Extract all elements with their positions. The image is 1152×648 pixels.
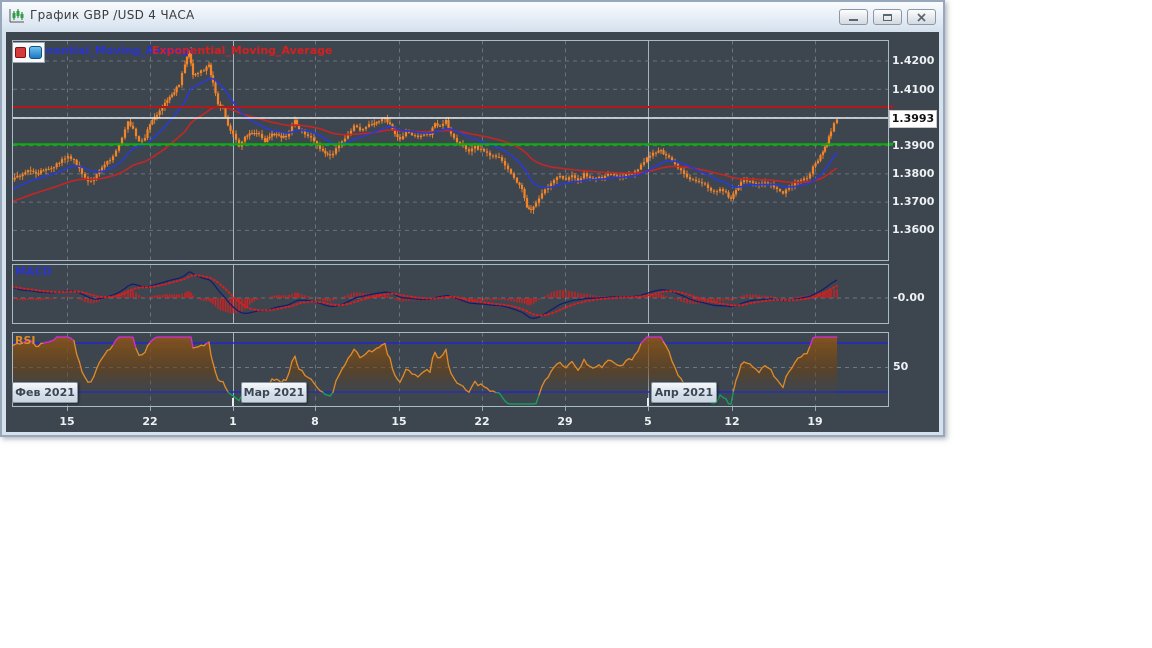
time-tick: 15 — [391, 415, 407, 428]
price-tick: 1.3900 — [892, 139, 935, 152]
minimize-button[interactable] — [839, 9, 868, 25]
time-tick: 15 — [59, 415, 75, 428]
time-tick: 19 — [807, 415, 823, 428]
legend-label-ema-red: Exponential_Moving_Average — [152, 44, 333, 57]
macd-panel-label: MACD — [15, 265, 52, 278]
time-tick: 22 — [142, 415, 158, 428]
rsi-panel-label: RSI — [15, 334, 36, 347]
candlestick-chart-icon — [8, 7, 26, 25]
time-tick: 12 — [724, 415, 740, 428]
month-marker-apr: Апр 2021 — [651, 382, 717, 403]
price-tick: 1.3800 — [892, 167, 935, 180]
ema-blue-toggle-swatch[interactable] — [29, 46, 42, 59]
price-tick: 1.3700 — [892, 195, 935, 208]
macd-axis-value: -0.00 — [893, 291, 925, 304]
close-button[interactable] — [907, 9, 936, 25]
time-tick: 5 — [644, 415, 652, 428]
time-tick: 29 — [557, 415, 573, 428]
indicator-legend-box — [12, 42, 45, 63]
price-tick: 1.3600 — [892, 223, 935, 236]
time-tick: 22 — [474, 415, 490, 428]
month-marker-mar: Мар 2021 — [241, 382, 307, 403]
chart-plot-background[interactable] — [6, 32, 939, 432]
time-tick: 8 — [311, 415, 319, 428]
window-controls — [839, 9, 936, 25]
rsi-axis-value: 50 — [893, 360, 909, 373]
maximize-button[interactable] — [873, 9, 902, 25]
month-marker-feb: Фев 2021 — [12, 382, 78, 403]
price-tick: 1.4100 — [892, 83, 935, 96]
window-title: График GBP /USD 4 ЧАСА — [30, 8, 195, 22]
time-tick: 1 — [229, 415, 237, 428]
current-price-box: 1.3993 — [889, 110, 937, 128]
price-tick: 1.4200 — [892, 54, 935, 67]
window-titlebar[interactable]: График GBP /USD 4 ЧАСА — [2, 2, 943, 31]
chart-window: График GBP /USD 4 ЧАСА Exponential_Movin… — [0, 0, 945, 437]
chart-client-area — [2, 30, 943, 435]
ema-red-toggle-swatch[interactable] — [15, 47, 26, 58]
